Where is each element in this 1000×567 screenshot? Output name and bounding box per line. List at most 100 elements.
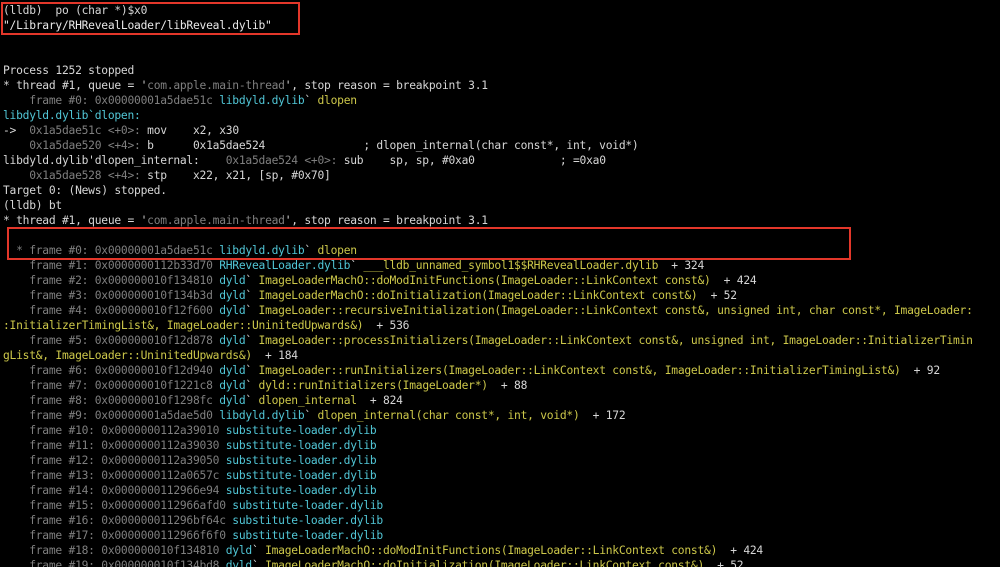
terminal-text-segment: + 424: [717, 544, 763, 557]
terminal-text-segment: stp x22, x21, [sp, #0x70]: [147, 169, 331, 182]
terminal-line: 0x1a5dae520 <+4>: b 0x1a5dae524 ; dlopen…: [3, 138, 639, 153]
terminal-text-segment: dyld: [219, 334, 246, 347]
terminal-text-segment: * thread #1, queue = ': [3, 79, 148, 92]
terminal-text-segment: dyld: [225, 559, 252, 567]
terminal-text-segment: `: [245, 364, 259, 377]
terminal-text-segment: frame #18: 0x000000010f134810: [3, 544, 226, 557]
terminal-text-segment: (lldb) bt: [3, 199, 62, 212]
terminal-line: frame #3: 0x000000010f134b3d dyld` Image…: [3, 288, 737, 303]
terminal-line: libdyld.dylib`dlopen:: [3, 108, 141, 123]
terminal-text-segment: `: [350, 259, 364, 272]
terminal-text-segment: * thread #1, queue = ': [3, 214, 148, 227]
terminal-text-segment: substitute-loader.dylib: [225, 484, 377, 497]
terminal-text-segment: + 52: [704, 559, 744, 567]
terminal-text-segment: `: [304, 94, 318, 107]
terminal-line: frame #6: 0x000000010f12d940 dyld` Image…: [3, 363, 940, 378]
terminal-text-segment: ___lldb_unnamed_symbol1$$RHRevealLoader.…: [363, 259, 659, 272]
terminal-text-segment: dyld: [219, 289, 246, 302]
terminal-text-segment: frame #12: 0x0000000112a39050: [3, 454, 226, 467]
terminal-text-segment: ImageLoader::processInitializers(ImageLo…: [258, 334, 973, 347]
terminal-text-segment: dyld: [225, 544, 252, 557]
terminal-line: frame #9: 0x00000001a5dae5d0 libdyld.dyl…: [3, 408, 625, 423]
terminal-line: frame #7: 0x000000010f1221c8 dyld` dyld:…: [3, 378, 527, 393]
terminal-text-segment: `: [245, 304, 259, 317]
terminal-text-segment: `: [245, 334, 259, 347]
terminal-line: frame #0: 0x00000001a5dae51c libdyld.dyl…: [3, 93, 357, 108]
terminal-line: frame #12: 0x0000000112a39050 substitute…: [3, 453, 376, 468]
terminal-line: frame #11: 0x0000000112a39030 substitute…: [3, 438, 376, 453]
terminal-text-segment: frame #15: 0x0000000112966afd0: [3, 499, 233, 512]
terminal-line: frame #4: 0x000000010f12f600 dyld` Image…: [3, 303, 973, 318]
terminal-text-segment: + 324: [658, 259, 705, 272]
terminal-text-segment: Process 1252 stopped: [3, 64, 135, 77]
terminal-text-segment: substitute-loader.dylib: [225, 469, 377, 482]
terminal-text-segment: ImageLoaderMachO::doModInitFunctions(Ima…: [265, 544, 718, 557]
terminal-text-segment: Target 0: (News) stopped.: [3, 184, 167, 197]
terminal-line: frame #17: 0x0000000112966f6f0 substitut…: [3, 528, 383, 543]
terminal-line: (lldb) bt: [3, 198, 62, 213]
terminal-line: frame #19: 0x000000010f134bd8 dyld` Imag…: [3, 558, 743, 567]
terminal-text-segment: 0x1a5dae51c <+0>:: [29, 124, 148, 137]
terminal-text-segment: dlopen_internal(char const*, int, void*): [317, 409, 580, 422]
terminal-text-segment: dyld: [219, 274, 246, 287]
terminal-text-segment: frame #3: 0x000000010f134b3d: [3, 289, 220, 302]
terminal-text-segment: + 88: [487, 379, 528, 392]
terminal-text-segment: libdyld.dylib: [219, 94, 305, 107]
terminal-text-segment: frame #0: 0x00000001a5dae51c: [3, 94, 220, 107]
terminal-text-segment: `: [245, 289, 259, 302]
terminal-line: frame #10: 0x0000000112a39010 substitute…: [3, 423, 376, 438]
terminal-line: Process 1252 stopped: [3, 63, 134, 78]
terminal-text-segment: + 824: [356, 394, 403, 407]
terminal-text-segment: + 536: [363, 319, 410, 332]
terminal-text-segment: frame #7: 0x000000010f1221c8: [3, 379, 220, 392]
terminal-text-segment: :InitializerTimingList&, ImageLoader::Un…: [3, 319, 364, 332]
terminal-line: 0x1a5dae528 <+4>: stp x22, x21, [sp, #0x…: [3, 168, 331, 183]
terminal-line: frame #8: 0x000000010f1298fc dyld` dlope…: [3, 393, 403, 408]
terminal-text-segment: dyld: [219, 304, 246, 317]
terminal-text-segment: dlopen_internal: [258, 394, 358, 407]
terminal-text-segment: + 184: [251, 349, 298, 362]
terminal-text-segment: ', stop reason = breakpoint 3.1: [284, 79, 488, 92]
terminal-text-segment: libdyld.dylib: [219, 409, 305, 422]
terminal-line: * frame #0: 0x00000001a5dae51c libdyld.d…: [3, 243, 357, 258]
terminal-text-segment: RHRevealLoader.dylib: [219, 259, 351, 272]
terminal-text-segment: frame #16: 0x000000011296bf64c: [3, 514, 233, 527]
terminal-line: frame #15: 0x0000000112966afd0 substitut…: [3, 498, 383, 513]
terminal-text-segment: `: [304, 409, 318, 422]
terminal-text-segment: substitute-loader.dylib: [225, 454, 377, 467]
terminal-line: frame #16: 0x000000011296bf64c substitut…: [3, 513, 383, 528]
terminal-text-segment: * frame #0: 0x00000001a5dae51c: [3, 244, 220, 257]
terminal-text-segment: dlopen: [317, 94, 357, 107]
terminal-text-segment: frame #10: 0x0000000112a39010: [3, 424, 226, 437]
terminal-text-segment: ImageLoaderMachO::doInitialization(Image…: [265, 559, 705, 567]
terminal-text-segment: `: [245, 274, 259, 287]
terminal-text-segment: + 92: [900, 364, 940, 377]
terminal-text-segment: frame #8: 0x000000010f1298fc: [3, 394, 220, 407]
terminal-window[interactable]: (lldb) po (char *)$x0 "/Library/RHRevealL…: [0, 0, 1000, 567]
terminal-text-segment: ImageLoaderMachO::doModInitFunctions(Ima…: [258, 274, 711, 287]
terminal-text-segment: frame #4: 0x000000010f12f600: [3, 304, 220, 317]
terminal-text-segment: sub sp, sp, #0xa0 ; =0xa0: [343, 154, 606, 167]
terminal-line: frame #13: 0x0000000112a0657c substitute…: [3, 468, 376, 483]
terminal-text-segment: `: [245, 394, 259, 407]
terminal-line: "/Library/RHRevealLoader/libReveal.dylib…: [3, 18, 272, 33]
terminal-text-segment: gList&, ImageLoader::UninitedUpwards&): [3, 349, 252, 362]
terminal-text-segment: libdyld.dylib'dlopen_internal:: [3, 154, 226, 167]
terminal-text-segment: libdyld.dylib: [219, 244, 305, 257]
terminal-line: frame #14: 0x0000000112966e94 substitute…: [3, 483, 376, 498]
terminal-text-segment: substitute-loader.dylib: [232, 529, 383, 542]
terminal-line: (lldb) po (char *)$x0: [3, 3, 147, 18]
terminal-text-segment: 0x1a5dae520 <+4>:: [3, 139, 148, 152]
terminal-text-segment: com.apple.main-thread: [147, 214, 285, 227]
terminal-text-segment: frame #2: 0x000000010f134810: [3, 274, 220, 287]
terminal-line: Target 0: (News) stopped.: [3, 183, 167, 198]
terminal-text-segment: `: [251, 559, 266, 567]
terminal-text-segment: dyld::runInitializers(ImageLoader*): [258, 379, 489, 392]
terminal-text-segment: frame #13: 0x0000000112a0657c: [3, 469, 226, 482]
terminal-line: * thread #1, queue = 'com.apple.main-thr…: [3, 78, 488, 93]
terminal-text-segment: ImageLoader::recursiveInitialization(Ima…: [258, 304, 973, 317]
terminal-text-segment: + 52: [697, 289, 737, 302]
terminal-line: gList&, ImageLoader::UninitedUpwards&) +…: [3, 348, 298, 363]
terminal-text-segment: frame #9: 0x00000001a5dae5d0: [3, 409, 220, 422]
terminal-text-segment: substitute-loader.dylib: [232, 499, 383, 512]
